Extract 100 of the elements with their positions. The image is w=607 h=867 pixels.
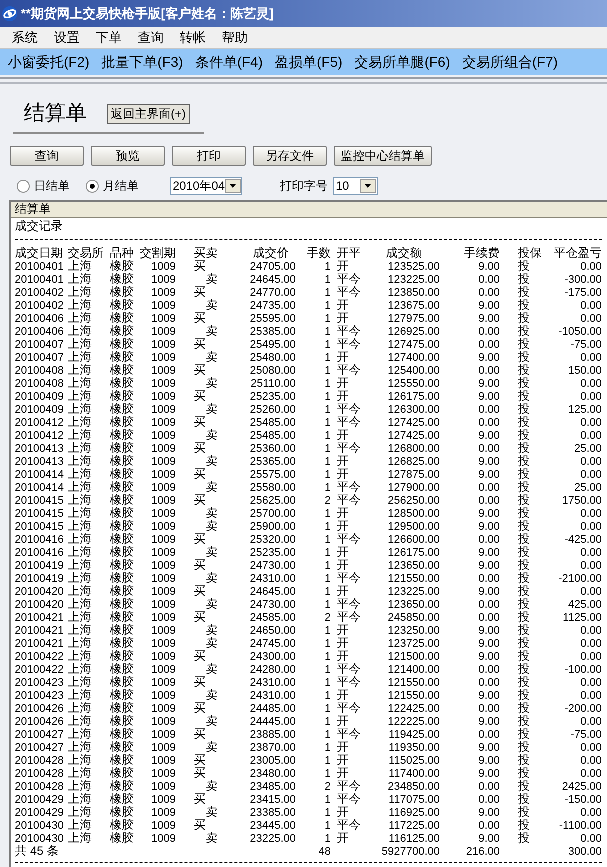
- table-cell: -175.00: [564, 287, 602, 299]
- table-cell: 1009: [152, 495, 176, 507]
- table-cell: 1: [324, 417, 331, 429]
- table-cell: 23480.00: [250, 768, 296, 780]
- table-cell: 投: [518, 311, 530, 325]
- table-cell: 卖: [206, 805, 218, 819]
- radio-option[interactable]: 月结单: [86, 179, 139, 193]
- table-cell: 127475.00: [388, 339, 440, 351]
- action-button[interactable]: 监控中心结算单: [334, 146, 432, 166]
- table-cell: 0.00: [580, 625, 602, 637]
- table-cell: 24730.00: [250, 560, 296, 572]
- table-cell: 投: [518, 636, 530, 650]
- radio-button-icon[interactable]: [17, 180, 30, 192]
- table-cell: 卖: [206, 350, 218, 364]
- table-cell: 9.00: [478, 690, 500, 702]
- table-cell: 开: [337, 753, 349, 767]
- table-cell: 平今: [337, 662, 361, 676]
- table-cell: 投: [518, 558, 530, 572]
- menu-item[interactable]: 帮助: [214, 28, 256, 46]
- table-cell: 平今: [337, 675, 361, 689]
- table-cell: 24300.00: [250, 651, 296, 663]
- table-cell: 25900.00: [250, 521, 296, 533]
- table-cell: 25480.00: [250, 352, 296, 364]
- table-cell: 上海: [68, 285, 92, 299]
- table-cell: 20100429: [15, 807, 64, 819]
- table-cell: 投: [518, 818, 530, 832]
- radio-option[interactable]: 日结单: [17, 179, 70, 193]
- table-cell: 1009: [152, 404, 176, 416]
- table-cell: 上海: [68, 493, 92, 507]
- table-cell: 23445.00: [250, 820, 296, 832]
- table-cell: 卖: [206, 324, 218, 338]
- table-cell: 0.00: [580, 417, 602, 429]
- table-cell: 橡胶: [110, 337, 134, 351]
- table-cell: 平今: [337, 324, 361, 338]
- menu-item[interactable]: 系统: [4, 28, 46, 46]
- table-cell: 1009: [152, 417, 176, 429]
- table-cell: 1: [324, 599, 331, 611]
- toolbar-button[interactable]: 交易所单腿(F6): [348, 50, 456, 74]
- table-cell: 20100413: [15, 443, 64, 455]
- table-cell: 投: [518, 805, 530, 819]
- table-cell: 开: [337, 298, 349, 312]
- table-cell: 0.00: [478, 573, 500, 585]
- action-button[interactable]: 打印: [172, 146, 246, 166]
- radio-button-icon[interactable]: [86, 180, 99, 192]
- table-cell: 20100426: [15, 703, 64, 715]
- action-button[interactable]: 另存文件: [253, 146, 327, 166]
- table-cell: 橡胶: [110, 571, 134, 585]
- table-cell: 0.00: [478, 729, 500, 741]
- table-cell: 上海: [68, 311, 92, 325]
- table-cell: 橡胶: [110, 376, 134, 390]
- table-cell: 0.00: [478, 404, 500, 416]
- table-cell: 1009: [152, 547, 176, 559]
- table-cell: 0.00: [580, 378, 602, 390]
- table-cell: 卖: [206, 714, 218, 728]
- table-cell: 卖: [206, 571, 218, 585]
- table-cell: 橡胶: [110, 324, 134, 338]
- menu-item[interactable]: 设置: [46, 28, 88, 46]
- table-cell: 25365.00: [250, 456, 296, 468]
- table-cell: 投: [518, 415, 530, 429]
- month-select[interactable]: 2010年04: [170, 177, 242, 195]
- table-cell: 0.00: [580, 469, 602, 481]
- menu-item[interactable]: 转帐: [172, 28, 214, 46]
- toolbar-button[interactable]: 盈损单(F5): [269, 50, 349, 74]
- toolbar-button[interactable]: 批量下单(F3): [96, 50, 190, 74]
- table-cell: 投: [518, 298, 530, 312]
- table-cell: 1125.00: [563, 612, 602, 624]
- table-cell: 1009: [152, 443, 176, 455]
- back-button[interactable]: 返回主界面(+): [107, 104, 190, 124]
- action-button[interactable]: 查询: [10, 146, 84, 166]
- table-cell: 1: [324, 794, 331, 806]
- column-header: 品种: [110, 246, 134, 260]
- toolbar-button[interactable]: 交易所组合(F7): [456, 50, 564, 74]
- table-cell: 20100412: [15, 430, 64, 442]
- table-cell: 0.00: [478, 703, 500, 715]
- table-cell: 1009: [152, 625, 176, 637]
- table-cell: 123675.00: [388, 300, 440, 312]
- table-cell: 平今: [337, 415, 361, 429]
- table-cell: 上海: [68, 649, 92, 663]
- table-cell: 0.00: [580, 716, 602, 728]
- table-cell: 1009: [152, 313, 176, 325]
- table-cell: 上海: [68, 532, 92, 546]
- table-cell: 橡胶: [110, 519, 134, 533]
- table-cell: 卖: [206, 662, 218, 676]
- toolbar-button[interactable]: 条件单(F4): [189, 50, 270, 74]
- table-cell: 投: [518, 259, 530, 273]
- table-cell: 24770.00: [250, 287, 296, 299]
- font-size-select[interactable]: 10: [333, 177, 378, 195]
- menu-item[interactable]: 查询: [130, 28, 172, 46]
- table-cell: 121400.00: [388, 664, 440, 676]
- table-cell: 投: [518, 753, 530, 767]
- table-cell: 20100416: [15, 547, 64, 559]
- table-cell: 1: [324, 313, 331, 325]
- table-cell: 20100423: [15, 677, 64, 689]
- table-cell: 0.00: [580, 313, 602, 325]
- table-cell: 123850.00: [388, 287, 440, 299]
- action-button[interactable]: 预览: [91, 146, 165, 166]
- menu-item[interactable]: 下单: [88, 28, 130, 46]
- table-cell: 投: [518, 597, 530, 611]
- table-cell: 1009: [152, 612, 176, 624]
- toolbar-button[interactable]: 小窗委托(F2): [2, 50, 96, 74]
